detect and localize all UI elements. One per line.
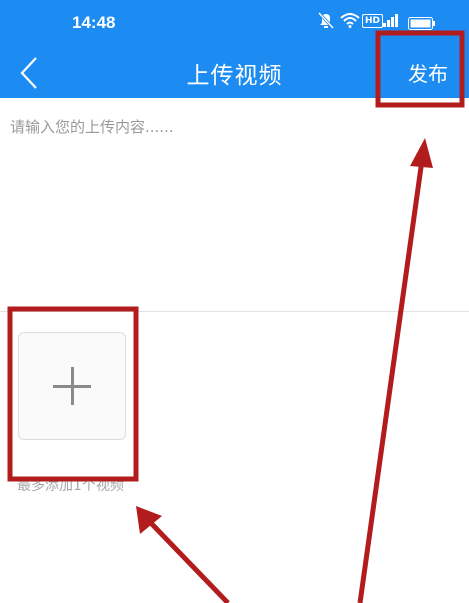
mute-icon bbox=[317, 11, 335, 34]
page-title: 上传视频 bbox=[186, 63, 283, 89]
battery-icon bbox=[408, 15, 436, 34]
arrow-to-add-video-head bbox=[136, 506, 162, 534]
publish-button[interactable]: 发布 bbox=[408, 58, 448, 87]
divider bbox=[0, 311, 469, 312]
wifi-icon bbox=[340, 12, 360, 32]
app-header: 14:48 HD 上传视频 发布 bbox=[0, 0, 469, 98]
content-input[interactable] bbox=[0, 98, 469, 311]
add-video-button[interactable] bbox=[18, 332, 126, 440]
arrow-to-add-video bbox=[146, 518, 230, 603]
signal-icon bbox=[382, 12, 400, 32]
video-limit-hint: 最多添加1个视频 bbox=[17, 478, 124, 494]
status-time: 14:48 bbox=[72, 13, 116, 32]
hd-icon: HD bbox=[362, 14, 384, 28]
